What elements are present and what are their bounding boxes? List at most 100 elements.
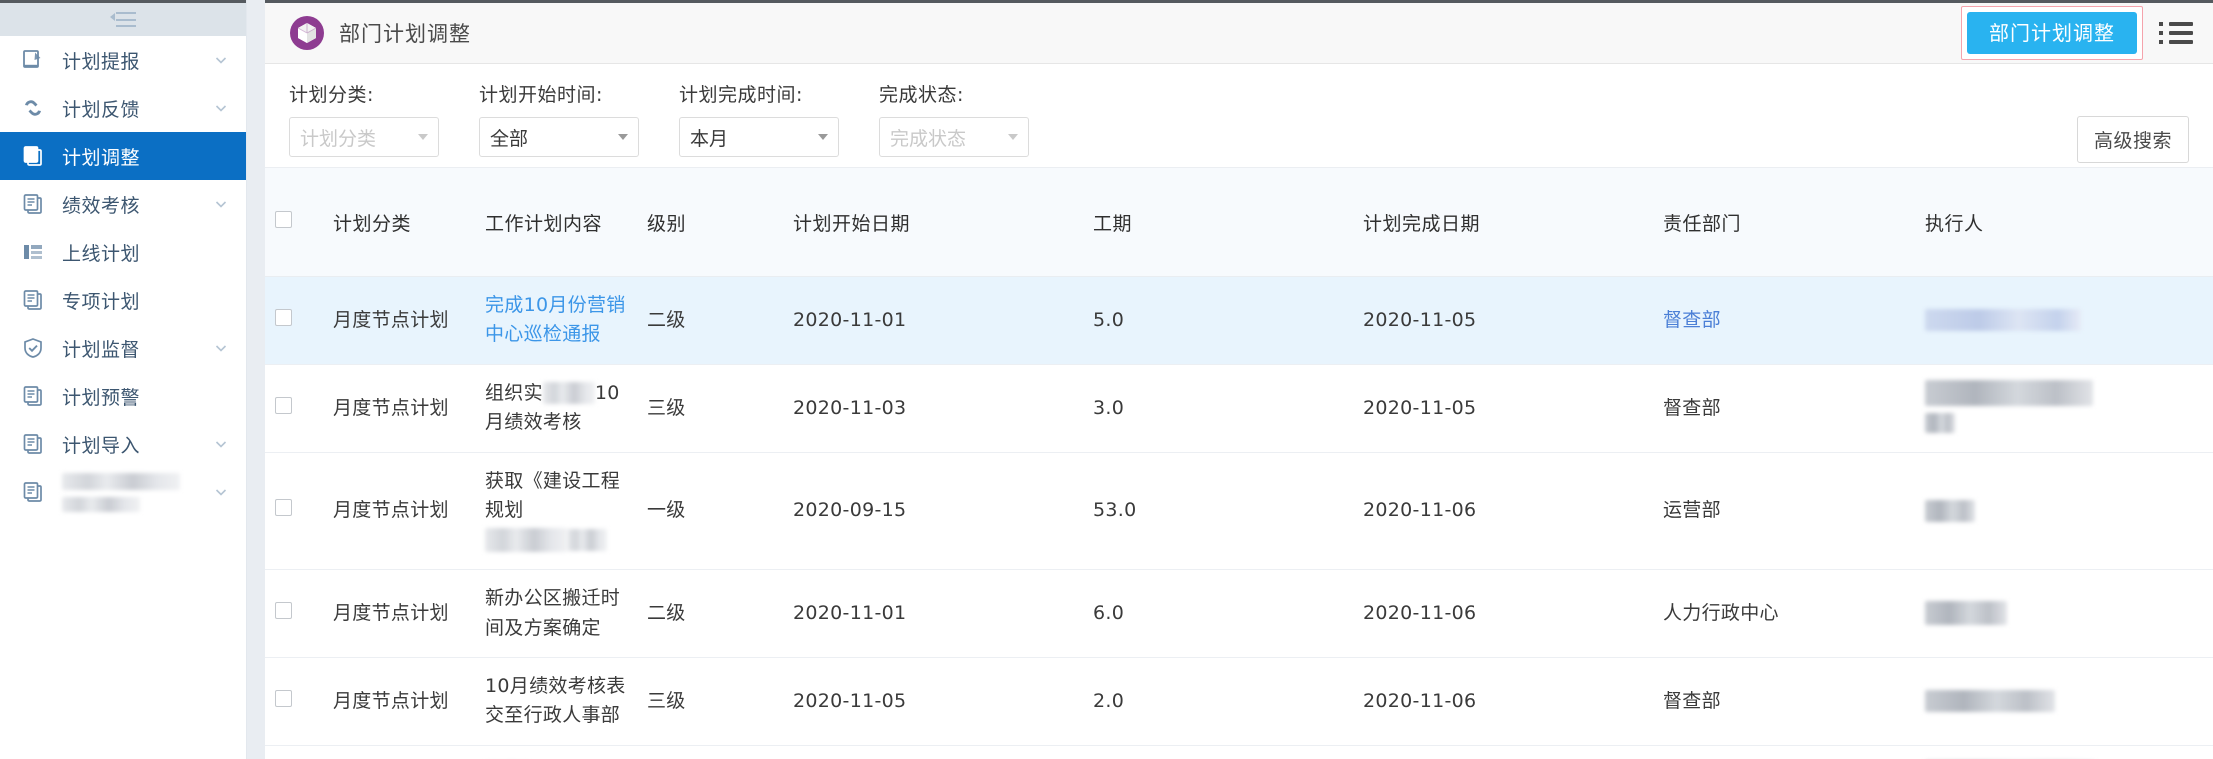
plan-table-container[interactable]: 计划分类工作计划内容级别计划开始日期工期计划完成日期责任部门执行人完成状态 月度…	[265, 167, 2213, 759]
cell-category: 月度节点计划	[323, 277, 475, 365]
cell-content[interactable]: 完成10月份营销中心巡检通报	[475, 277, 637, 365]
sidebar-item-label: 计划预警	[62, 383, 228, 410]
cell-end-date: 2020-11-05	[1353, 364, 1653, 452]
table-head: 计划分类工作计划内容级别计划开始日期工期计划完成日期责任部门执行人完成状态	[265, 168, 2213, 277]
row-select-cell[interactable]	[265, 657, 323, 745]
row-checkbox[interactable]	[275, 690, 292, 707]
sidebar-item-3[interactable]: 绩效考核	[0, 180, 246, 228]
cell-dept[interactable]: 督查部	[1653, 277, 1915, 365]
cell-content: 获取《建设工程规划	[475, 452, 637, 569]
row-select-cell[interactable]	[265, 745, 323, 759]
cell-status: 已完成	[2205, 277, 2213, 365]
edit-document-icon	[22, 49, 44, 71]
table-header-row: 计划分类工作计划内容级别计划开始日期工期计划完成日期责任部门执行人完成状态	[265, 168, 2213, 277]
chevron-down-icon[interactable]	[214, 53, 228, 67]
sidebar-item-label	[62, 470, 214, 514]
sidebar-item-redacted[interactable]	[0, 468, 246, 516]
table-row[interactable]: 月度节点计划)月份运营督察简报三级2020-11-053.02020-11-07…	[265, 745, 2213, 759]
column-header-8[interactable]: 完成状态	[2205, 168, 2213, 277]
column-header-4[interactable]: 工期	[1083, 168, 1353, 277]
sidebar: 计划提报计划反馈计划调整绩效考核上线计划专项计划计划监督计划预警计划导入	[0, 0, 247, 759]
column-header-7[interactable]: 执行人	[1915, 168, 2205, 277]
cell-duration: 5.0	[1083, 277, 1353, 365]
filter-plan-category: 计划分类: 计划分类	[289, 80, 439, 157]
sidebar-item-4[interactable]: 上线计划	[0, 228, 246, 276]
cell-status: 已完成	[2205, 570, 2213, 658]
cell-level: 三级	[637, 745, 783, 759]
filter-label-plan-category: 计划分类:	[289, 80, 439, 107]
department-plan-adjust-button[interactable]: 部门计划调整	[1967, 12, 2137, 54]
row-checkbox[interactable]	[275, 397, 292, 414]
document-stack-icon	[22, 145, 44, 167]
row-checkbox[interactable]	[275, 499, 292, 516]
cell-dept: 人力行政中心	[1653, 570, 1915, 658]
cell-status: 已完成	[2205, 657, 2213, 745]
select-plan-category[interactable]: 计划分类	[289, 117, 439, 157]
chevron-down-icon	[1008, 134, 1018, 140]
column-header-3[interactable]: 计划开始日期	[783, 168, 1083, 277]
row-select-cell[interactable]	[265, 364, 323, 452]
cell-duration: 6.0	[1083, 570, 1353, 658]
chevron-down-icon[interactable]	[214, 341, 228, 355]
page-title: 部门计划调整	[339, 18, 471, 48]
sidebar-item-5[interactable]: 专项计划	[0, 276, 246, 324]
shield-check-icon	[22, 337, 44, 359]
document-stack-icon	[22, 289, 44, 311]
cell-duration: 2.0	[1083, 657, 1353, 745]
document-stack-icon	[22, 433, 44, 455]
sidebar-item-1[interactable]: 计划反馈	[0, 84, 246, 132]
sidebar-item-8[interactable]: 计划导入	[0, 420, 246, 468]
chevron-down-icon[interactable]	[214, 485, 228, 499]
sidebar-item-6[interactable]: 计划监督	[0, 324, 246, 372]
row-checkbox[interactable]	[275, 309, 292, 326]
row-checkbox[interactable]	[275, 602, 292, 619]
column-header-6[interactable]: 责任部门	[1653, 168, 1915, 277]
cell-category: 月度节点计划	[323, 570, 475, 658]
cell-executor	[1915, 277, 2205, 365]
select-plan-start-time[interactable]: 全部	[479, 117, 639, 157]
cell-dept: 运营部	[1653, 452, 1915, 569]
sidebar-item-2[interactable]: 计划调整	[0, 132, 246, 180]
select-plan-finish-time[interactable]: 本月	[679, 117, 839, 157]
table-row[interactable]: 月度节点计划获取《建设工程规划一级2020-09-1553.02020-11-0…	[265, 452, 2213, 569]
cell-end-date: 2020-11-05	[1353, 277, 1653, 365]
cell-duration: 3.0	[1083, 364, 1353, 452]
cell-level: 三级	[637, 364, 783, 452]
primary-button-focus-ring: 部门计划调整	[1961, 6, 2143, 60]
row-select-cell[interactable]	[265, 570, 323, 658]
sidebar-item-label: 上线计划	[62, 239, 228, 266]
list-menu-icon[interactable]	[2159, 16, 2193, 50]
cell-category: 月度节点计划	[323, 364, 475, 452]
column-header-0[interactable]: 计划分类	[323, 168, 475, 277]
column-header-2[interactable]: 级别	[637, 168, 783, 277]
chevron-down-icon[interactable]	[214, 197, 228, 211]
plan-table: 计划分类工作计划内容级别计划开始日期工期计划完成日期责任部门执行人完成状态 月度…	[265, 168, 2213, 759]
title-bar: 部门计划调整 部门计划调整	[265, 3, 2213, 64]
cell-executor	[1915, 452, 2205, 569]
column-header-5[interactable]: 计划完成日期	[1353, 168, 1653, 277]
advanced-search-button[interactable]: 高级搜索	[2077, 116, 2189, 163]
purple-cube-icon	[289, 15, 325, 51]
select-value: 完成状态	[890, 124, 1002, 151]
cell-dept: 督查部	[1653, 745, 1915, 759]
select-all-checkbox[interactable]	[275, 211, 292, 228]
chevron-down-icon[interactable]	[214, 101, 228, 115]
app-root: 计划提报计划反馈计划调整绩效考核上线计划专项计划计划监督计划预警计划导入 部门计…	[0, 0, 2213, 759]
layout-gutter	[247, 0, 265, 759]
chevron-down-icon[interactable]	[214, 437, 228, 451]
table-row[interactable]: 月度节点计划10月绩效考核表交至行政人事部三级2020-11-052.02020…	[265, 657, 2213, 745]
row-select-cell[interactable]	[265, 277, 323, 365]
collapse-menu-icon[interactable]	[110, 12, 136, 28]
sidebar-item-7[interactable]: 计划预警	[0, 372, 246, 420]
row-select-cell[interactable]	[265, 452, 323, 569]
select-finish-status[interactable]: 完成状态	[879, 117, 1029, 157]
table-row[interactable]: 月度节点计划组织实10月绩效考核三级2020-11-033.02020-11-0…	[265, 364, 2213, 452]
cell-end-date: 2020-11-07	[1353, 745, 1653, 759]
sidebar-item-0[interactable]: 计划提报	[0, 36, 246, 84]
cell-duration: 53.0	[1083, 452, 1353, 569]
column-header-1[interactable]: 工作计划内容	[475, 168, 637, 277]
table-row[interactable]: 月度节点计划完成10月份营销中心巡检通报二级2020-11-015.02020-…	[265, 277, 2213, 365]
select-value: 本月	[690, 124, 812, 151]
table-row[interactable]: 月度节点计划新办公区搬迁时间及方案确定二级2020-11-016.02020-1…	[265, 570, 2213, 658]
sidebar-nav: 计划提报计划反馈计划调整绩效考核上线计划专项计划计划监督计划预警计划导入	[0, 36, 246, 759]
